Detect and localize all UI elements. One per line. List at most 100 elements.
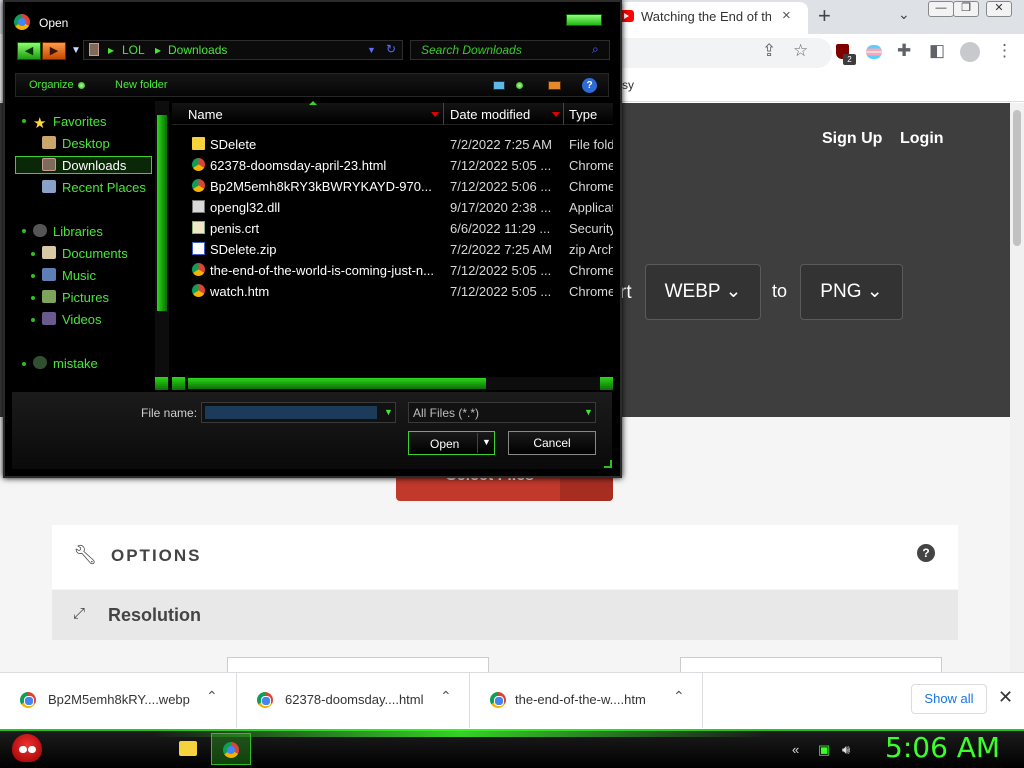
column-separator[interactable] — [443, 103, 444, 125]
clock[interactable]: 5:06 AM — [885, 731, 1000, 764]
close-window-button[interactable]: ✕ — [986, 1, 1012, 17]
file-row[interactable]: SDelete 7/2/2022 7:25 AM File folder — [188, 134, 613, 154]
chrome-html-icon — [192, 284, 205, 297]
expand-icon[interactable] — [22, 229, 26, 233]
to-format-dropdown[interactable]: PNG ⌄ — [800, 264, 903, 320]
column-separator[interactable] — [563, 103, 564, 125]
nav-music[interactable]: Music — [62, 268, 96, 283]
file-name: 62378-doomsday-april-23.html — [210, 158, 387, 173]
file-row[interactable]: SDelete.zip 7/2/2022 7:25 AM zip Archive — [188, 239, 613, 259]
column-dropdown-icon[interactable] — [431, 112, 439, 117]
file-name: SDelete — [210, 137, 257, 152]
filter-dropdown-icon[interactable]: ▼ — [584, 407, 593, 417]
recent-locations-dropdown[interactable]: ▼ — [71, 45, 81, 56]
nav-desktop[interactable]: Desktop — [62, 136, 110, 151]
tray-arrow-icon[interactable]: « — [792, 742, 799, 757]
menu-kebab-icon[interactable]: ⋮ — [996, 41, 1013, 61]
extensions-puzzle-icon[interactable]: ✚ — [897, 41, 911, 61]
column-type[interactable]: Type — [569, 107, 597, 122]
nav-scroll-thumb[interactable] — [157, 115, 167, 311]
download-item[interactable]: Bp2M5emh8kRY....webp ⌃ — [0, 672, 237, 728]
file-row[interactable]: Bp2M5emh8kRY3kBWRYKAYD-970... 7/12/2022 … — [188, 176, 613, 196]
file-name-dropdown-icon[interactable]: ▼ — [384, 407, 393, 417]
flag-extension-icon[interactable] — [866, 45, 882, 59]
show-all-button[interactable]: Show all — [911, 684, 987, 714]
back-button[interactable]: ◀ — [17, 42, 41, 60]
start-button[interactable] — [8, 729, 48, 767]
chevron-up-icon[interactable]: ⌃ — [440, 688, 452, 705]
volume-icon[interactable]: 🔊︎ — [842, 742, 850, 758]
file-type: Chrome — [569, 263, 613, 278]
login-link[interactable]: Login — [900, 130, 944, 148]
resize-grip[interactable] — [604, 460, 612, 468]
open-dropdown-icon[interactable]: ▼ — [482, 437, 491, 447]
nav-videos[interactable]: Videos — [62, 312, 102, 327]
search-icon[interactable]: ⌕ — [592, 42, 599, 57]
nav-favorites[interactable]: Favorites — [53, 114, 106, 129]
download-item[interactable]: 62378-doomsday....html ⌃ — [237, 672, 470, 728]
help-icon[interactable]: ? — [917, 544, 935, 562]
tab-search-icon[interactable]: ⌄ — [898, 6, 910, 23]
scroll-right-button[interactable] — [600, 377, 613, 390]
download-item[interactable]: the-end-of-the-w....htm ⌃ — [470, 672, 703, 728]
column-name[interactable]: Name — [188, 107, 223, 122]
refresh-icon[interactable]: ↻ — [386, 42, 396, 56]
file-type: File folder — [569, 137, 613, 152]
help-icon[interactable]: ? — [582, 78, 597, 93]
dialog-close-button[interactable] — [566, 14, 602, 26]
column-dropdown-icon[interactable] — [552, 112, 560, 117]
tab-close-icon[interactable]: × — [782, 7, 791, 24]
bookmark-item[interactable]: sy — [622, 78, 634, 92]
file-row[interactable]: watch.htm 7/12/2022 5:05 ... Chrome — [188, 281, 613, 301]
breadcrumb-downloads[interactable]: Downloads — [168, 43, 227, 57]
expand-icon[interactable] — [22, 119, 26, 123]
change-view-icon[interactable] — [493, 81, 505, 90]
close-downloads-icon[interactable]: ✕ — [998, 687, 1013, 708]
nav-mistake[interactable]: mistake — [53, 356, 98, 371]
tray-network-icon[interactable]: ▣ — [818, 742, 830, 758]
file-row[interactable]: 62378-doomsday-april-23.html 7/12/2022 5… — [188, 155, 613, 175]
sort-indicator — [309, 101, 317, 105]
bookmark-star-icon[interactable]: ☆ — [793, 41, 808, 61]
expand-icon[interactable] — [31, 252, 35, 256]
taskbar-chrome[interactable] — [211, 733, 251, 765]
nav-documents[interactable]: Documents — [62, 246, 128, 261]
organize-button[interactable]: Organize — [29, 79, 74, 91]
minimize-button[interactable]: — — [928, 1, 954, 17]
chevron-up-icon[interactable]: ⌃ — [673, 688, 685, 705]
expand-icon[interactable] — [31, 296, 35, 300]
scroll-left-button[interactable] — [172, 377, 185, 390]
expand-icon[interactable] — [22, 362, 26, 366]
from-format-dropdown[interactable]: WEBP ⌄ — [645, 264, 761, 320]
forward-button[interactable]: ▶ — [42, 42, 66, 60]
expand-icon[interactable] — [31, 318, 35, 322]
new-folder-button[interactable]: New folder — [115, 79, 168, 91]
breadcrumb-dropdown-icon[interactable]: ▼ — [367, 45, 376, 55]
side-panel-icon[interactable]: ◧ — [929, 41, 945, 61]
file-row[interactable]: opengl32.dll 9/17/2020 2:38 ... Applicat… — [188, 197, 613, 217]
share-icon[interactable]: ⇪ — [762, 41, 776, 61]
preview-pane-icon[interactable] — [548, 81, 561, 90]
file-row[interactable]: the-end-of-the-world-is-coming-just-n...… — [188, 260, 613, 280]
nav-libraries[interactable]: Libraries — [53, 224, 103, 239]
profile-avatar[interactable] — [960, 42, 980, 62]
nav-downloads[interactable]: Downloads — [62, 158, 126, 173]
signup-link[interactable]: Sign Up — [822, 130, 882, 148]
nav-pictures[interactable]: Pictures — [62, 290, 109, 305]
new-tab-button[interactable]: + — [818, 3, 831, 29]
column-date-modified[interactable]: Date modified — [450, 107, 530, 122]
breadcrumb-lol[interactable]: LOL — [122, 43, 145, 57]
file-list-scroll-thumb[interactable] — [188, 378, 486, 389]
nav-scroll-down-button[interactable] — [155, 377, 168, 390]
restore-button[interactable]: ❐ — [953, 1, 979, 17]
file-row[interactable]: penis.crt 6/6/2022 11:29 ... Security — [188, 218, 613, 238]
nav-recent-places[interactable]: Recent Places — [62, 180, 146, 195]
taskbar-explorer[interactable] — [168, 733, 208, 765]
view-dropdown-icon[interactable] — [516, 82, 523, 89]
cancel-button[interactable]: Cancel — [508, 431, 596, 455]
chevron-up-icon[interactable]: ⌃ — [206, 688, 218, 705]
file-type-filter[interactable]: All Files (*.*) — [408, 402, 596, 423]
page-scroll-thumb[interactable] — [1013, 110, 1021, 246]
expand-icon[interactable] — [31, 274, 35, 278]
file-type: Chrome — [569, 179, 613, 194]
